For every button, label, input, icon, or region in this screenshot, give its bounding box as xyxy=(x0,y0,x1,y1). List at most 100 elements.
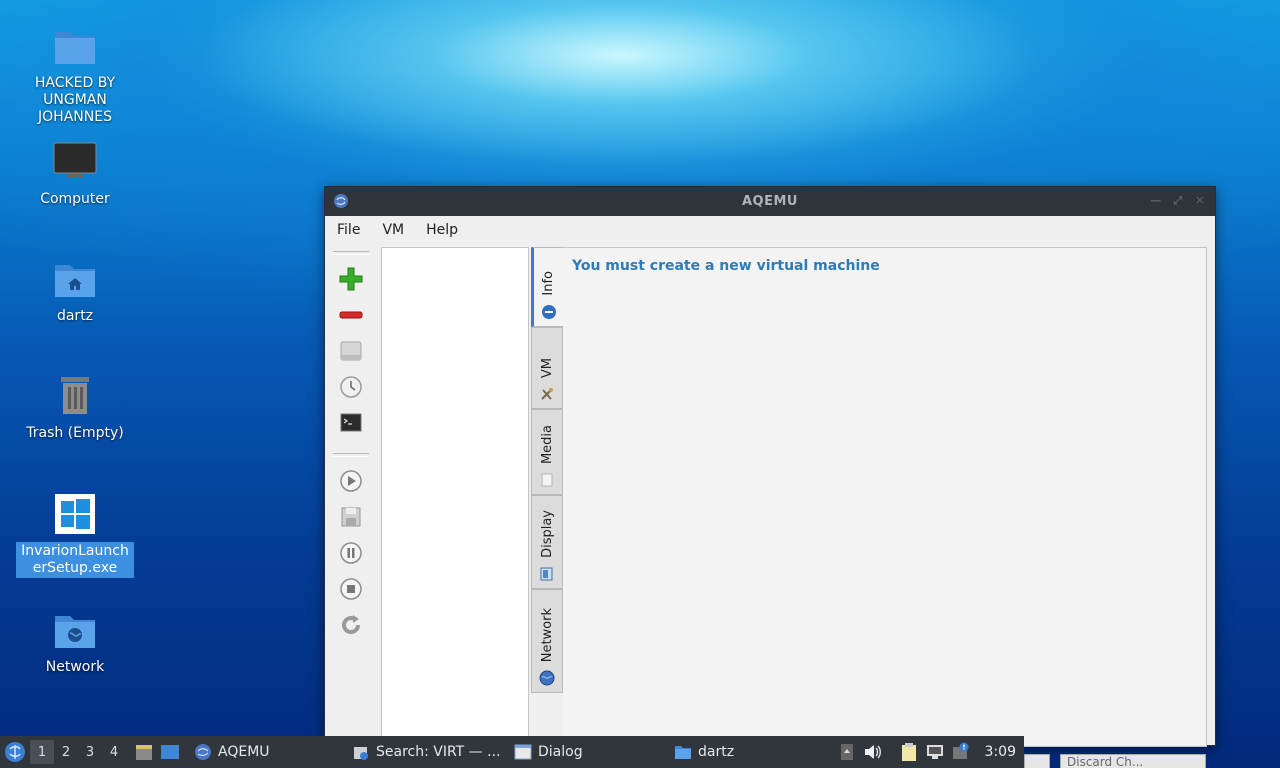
remove-vm-button[interactable] xyxy=(333,299,369,331)
reset-vm-button[interactable] xyxy=(333,609,369,641)
chevron-up-icon xyxy=(840,744,853,760)
task-search-label: Search: VIRT — ... xyxy=(376,744,501,760)
vm-tabs: Info VM Media Display Network xyxy=(531,247,563,747)
workspace-2[interactable]: 2 xyxy=(54,740,78,764)
search-app-icon xyxy=(354,747,368,760)
desktop-icon-label: HACKED BY UNGMAN JOHANNES xyxy=(34,75,116,125)
terminal-icon xyxy=(340,413,362,432)
clipboard-icon xyxy=(901,743,916,761)
media-icon xyxy=(541,473,553,487)
tab-vm-label: VM xyxy=(539,357,555,378)
desktop-icon-label: dartz xyxy=(56,308,94,324)
workspace-1[interactable]: 1 xyxy=(30,740,54,764)
reload-icon xyxy=(342,615,361,635)
task-search[interactable]: Search: VIRT — ... xyxy=(346,738,508,766)
pause-icon xyxy=(340,542,362,564)
menu-help[interactable]: Help xyxy=(420,218,464,242)
close-icon[interactable]: ✕ xyxy=(1193,194,1207,208)
task-aqemu-label: AQEMU xyxy=(218,744,270,760)
console-button[interactable] xyxy=(333,407,369,439)
show-desktop-icon xyxy=(161,745,179,759)
aqemu-app-icon xyxy=(334,194,348,208)
network-icon xyxy=(539,670,555,686)
tray-clipboard[interactable] xyxy=(899,742,919,762)
toolbar-separator xyxy=(333,453,369,457)
menu-vm[interactable]: VM xyxy=(376,218,410,242)
folder-icon xyxy=(55,32,95,64)
quicklaunch-desktop[interactable] xyxy=(158,740,182,764)
info-icon xyxy=(541,305,556,319)
play-icon xyxy=(340,470,362,492)
hdd-icon xyxy=(340,341,362,361)
menu-file[interactable]: File xyxy=(331,218,366,242)
info-message: You must create a new virtual machine xyxy=(572,258,880,274)
network-folder-icon xyxy=(55,616,95,648)
task-aqemu[interactable]: AQEMU xyxy=(188,738,346,766)
tray-network[interactable] xyxy=(925,742,945,762)
save-icon xyxy=(341,507,361,527)
tab-display[interactable]: Display xyxy=(531,495,563,589)
tab-display-label: Display xyxy=(539,510,555,558)
tab-vm[interactable]: VM xyxy=(531,327,563,409)
desktop-icon-computer[interactable]: Computer xyxy=(15,138,135,209)
menubar: File VM Help xyxy=(325,216,1215,244)
toolbar-separator xyxy=(333,251,369,255)
minimize-icon[interactable]: — xyxy=(1149,194,1163,208)
vm-toolbar xyxy=(331,247,371,645)
tray-expand[interactable] xyxy=(837,742,857,762)
tab-info[interactable]: Info xyxy=(531,247,563,327)
discard-changes-label: Discard Ch... xyxy=(1067,755,1144,768)
pause-vm-button[interactable] xyxy=(333,537,369,569)
aqemu-icon xyxy=(195,744,211,760)
save-vm-button[interactable] xyxy=(333,501,369,533)
stop-icon xyxy=(340,578,362,600)
trash-icon xyxy=(61,377,89,414)
tab-network[interactable]: Network xyxy=(531,589,563,693)
windows-exe-icon xyxy=(55,494,95,534)
tab-network-label: Network xyxy=(539,607,555,662)
clock[interactable]: 3:09 xyxy=(985,744,1020,760)
workspace-3[interactable]: 3 xyxy=(78,740,102,764)
stop-vm-button[interactable] xyxy=(333,573,369,605)
task-dartz[interactable]: dartz xyxy=(668,738,818,766)
tray-volume[interactable] xyxy=(863,742,883,762)
maximize-icon[interactable]: ⤢ xyxy=(1171,194,1185,208)
tray-notifications[interactable] xyxy=(951,742,971,762)
info-panel: You must create a new virtual machine xyxy=(563,247,1207,747)
network-status-icon xyxy=(926,745,943,759)
volume-icon xyxy=(864,745,881,759)
workspace-4[interactable]: 4 xyxy=(102,740,126,764)
window-icon xyxy=(514,744,532,760)
add-vm-button[interactable] xyxy=(333,263,369,295)
desktop-icon-label: Network xyxy=(45,659,105,675)
desktop-icon-network[interactable]: Network xyxy=(15,606,135,677)
discard-changes-button[interactable]: Discard Ch... xyxy=(1060,754,1206,768)
hdd-button[interactable] xyxy=(333,335,369,367)
task-dialog[interactable]: Dialog xyxy=(508,738,668,766)
task-dartz-label: dartz xyxy=(698,744,735,760)
desktop-icon-dartz[interactable]: dartz xyxy=(15,255,135,326)
titlebar[interactable]: AQEMU — ⤢ ✕ xyxy=(325,187,1215,216)
desktop-icon-hacked-folder[interactable]: HACKED BY UNGMAN JOHANNES xyxy=(15,22,135,127)
taskbar: 1 2 3 4 AQEMU Search: VIRT — ... Dialog … xyxy=(0,736,1024,768)
home-folder-icon xyxy=(55,265,95,297)
desktop-icon-label: InvarionLauncherSetup.exe xyxy=(16,542,134,578)
aqemu-window: AQEMU — ⤢ ✕ File VM Help Info VM Media D… xyxy=(324,186,1216,747)
folder-icon xyxy=(675,746,691,759)
tools-icon xyxy=(541,388,553,400)
tab-media[interactable]: Media xyxy=(531,409,563,495)
desktop-icon-label: Computer xyxy=(40,191,110,207)
snapshot-button[interactable] xyxy=(333,371,369,403)
desktop-icon-trash[interactable]: Trash (Empty) xyxy=(15,372,135,443)
computer-icon xyxy=(53,142,97,178)
desktop-icon-invarion-setup[interactable]: InvarionLauncherSetup.exe xyxy=(15,490,135,578)
start-menu-button[interactable] xyxy=(0,736,30,768)
display-icon xyxy=(540,567,553,581)
file-manager-icon xyxy=(136,745,152,760)
quicklaunch-files[interactable] xyxy=(132,740,156,764)
add-vm-icon xyxy=(339,267,363,291)
vm-list[interactable] xyxy=(381,247,529,747)
start-vm-button[interactable] xyxy=(333,465,369,497)
dialog-button[interactable] xyxy=(1024,754,1050,768)
remove-vm-icon xyxy=(339,311,363,319)
